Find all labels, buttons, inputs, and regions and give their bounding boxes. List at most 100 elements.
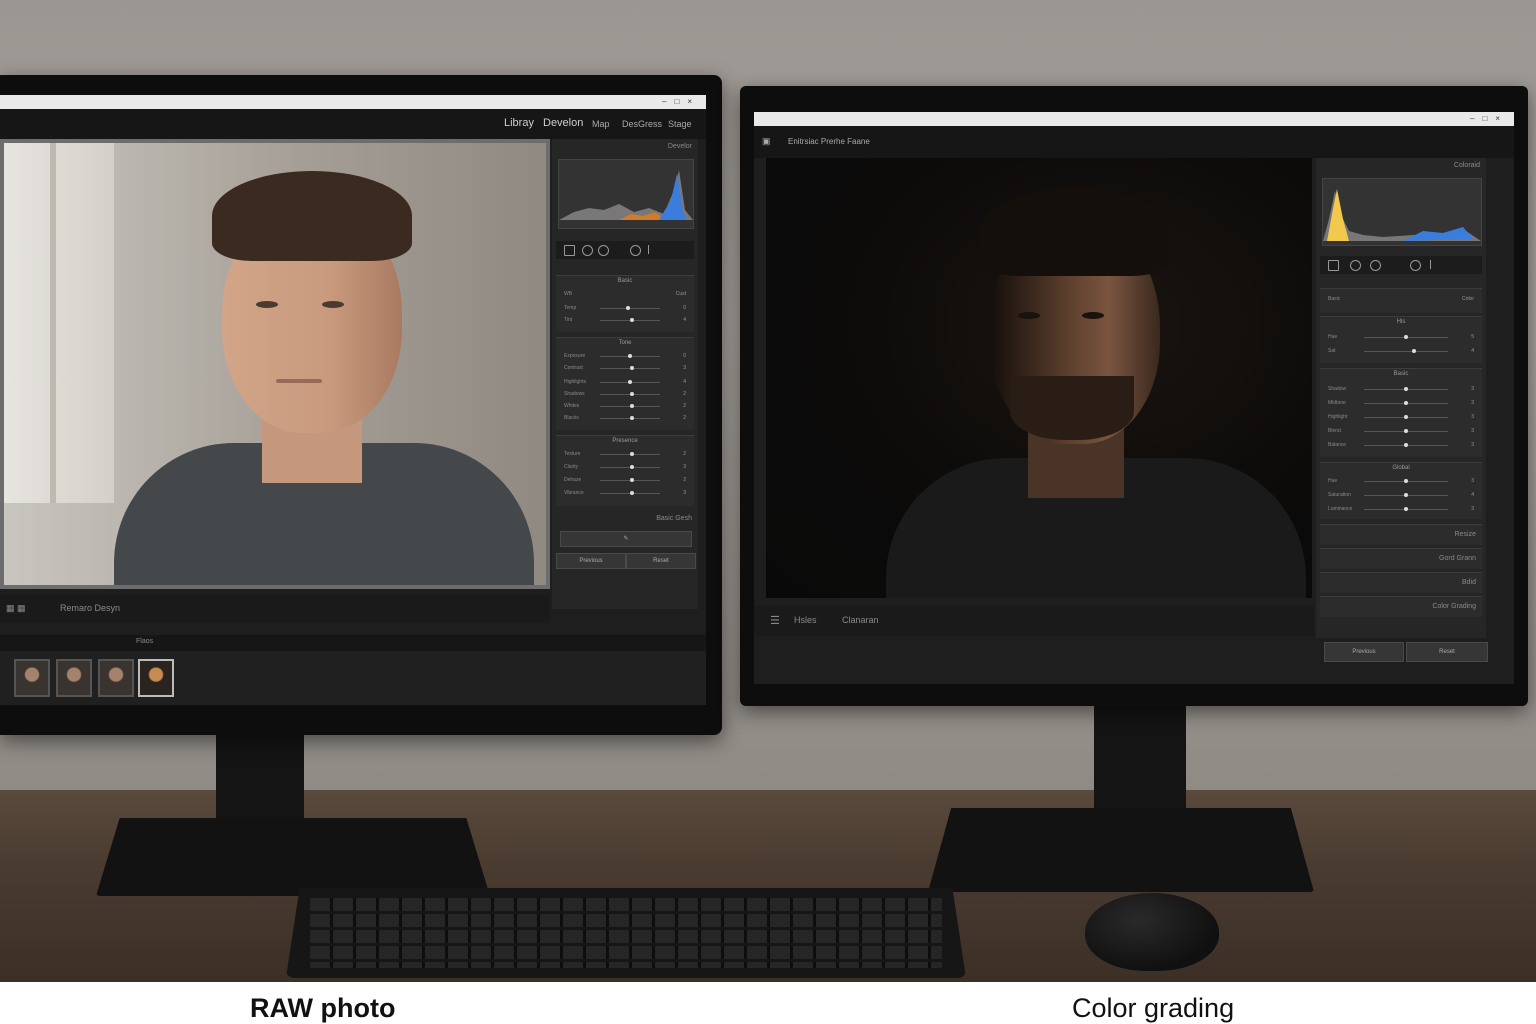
slider-row[interactable]: Hue 5 (1324, 333, 1478, 343)
slider-row[interactable]: Luminance 3 (1324, 505, 1478, 515)
slider-knob[interactable] (1404, 401, 1408, 405)
slider-row[interactable]: Blacks 2 (560, 414, 690, 424)
slider-row[interactable]: Dehaze 2 (560, 476, 690, 486)
window-controls[interactable]: –□× (1470, 112, 1508, 126)
slider-knob[interactable] (1404, 335, 1408, 339)
slider-row[interactable]: Shadows 2 (560, 390, 690, 400)
menu-develop[interactable]: Develon (543, 117, 583, 129)
slider-row[interactable]: Highlight 3 (1324, 413, 1478, 423)
left-screen: –□× Libray Develon Map DesGress Stage De… (0, 95, 706, 705)
gradient-icon[interactable] (648, 245, 658, 254)
right-histogram-graph (1323, 189, 1481, 241)
left-menubar: Libray Develon Map DesGress Stage (0, 109, 706, 139)
spot-heal-icon[interactable] (582, 245, 593, 256)
filmstrip-thumbnail[interactable] (56, 659, 92, 697)
slider-knob[interactable] (630, 366, 634, 370)
slider-value: Cust (675, 291, 686, 297)
slider-row[interactable]: Sat 4 (1324, 347, 1478, 357)
collapsed-section-grain[interactable]: Gord Grann (1320, 548, 1482, 569)
slider-knob[interactable] (1404, 429, 1408, 433)
graded-photo-preview[interactable] (766, 158, 1312, 598)
list-icon[interactable]: ☰ (770, 614, 780, 627)
collapsed-section-resize[interactable]: Resize (1320, 524, 1482, 545)
slider-knob[interactable] (630, 404, 634, 408)
grid-view-icon[interactable]: ▦ ▦ (6, 603, 26, 614)
slider-knob[interactable] (1404, 443, 1408, 447)
keyboard-keys (310, 898, 942, 968)
previous-button[interactable]: Previous (556, 553, 626, 569)
slider-knob[interactable] (630, 465, 634, 469)
slider-knob[interactable] (630, 478, 634, 482)
slider-row[interactable]: Basic Color (1324, 295, 1478, 305)
filmstrip-thumbnail-selected[interactable] (138, 659, 174, 697)
right-menubar: ▣ Enitrsiac Prerhe Faane (754, 126, 1514, 158)
slider-row[interactable]: Highlights 4 (560, 378, 690, 388)
redeye-icon[interactable] (1370, 260, 1381, 271)
bottom-tab-1[interactable]: Hsles (794, 615, 817, 625)
slider-track[interactable] (600, 308, 660, 309)
menu-map[interactable]: Map (592, 119, 610, 129)
keyboard (286, 888, 966, 978)
slider-row[interactable]: Texture 2 (560, 450, 690, 460)
slider-knob[interactable] (626, 306, 630, 310)
mask-icon[interactable] (630, 245, 641, 256)
filmstrip-thumbnail[interactable] (98, 659, 134, 697)
slider-row[interactable]: Shadow 3 (1324, 385, 1478, 395)
left-develop-panel: Develor Basic WB Cust Temp 0 Tint 4 Tone… (552, 139, 698, 609)
slider-label: Clarity (564, 464, 579, 470)
slider-knob[interactable] (630, 416, 634, 420)
slider-row[interactable]: WB Cust (560, 290, 690, 300)
edit-brush-button[interactable]: ✎ (560, 531, 692, 547)
slider-knob[interactable] (1404, 479, 1408, 483)
collapsed-section-bdid[interactable]: Bdid (1320, 572, 1482, 593)
window-controls[interactable]: –□× (662, 95, 700, 109)
previous-button[interactable]: Previous (1324, 642, 1404, 662)
bottom-tab-2[interactable]: Clanaran (842, 615, 879, 625)
slider-value: 3 (1471, 442, 1474, 448)
slider-row[interactable]: Tint 4 (560, 316, 690, 326)
slider-knob[interactable] (1404, 493, 1408, 497)
left-section-tone: Tone Exposure 0 Contrast 3 Highlights 4 Sha… (556, 337, 694, 430)
filmstrip-thumbnail[interactable] (14, 659, 50, 697)
slider-row[interactable]: Temp 0 (560, 304, 690, 314)
menu-stage[interactable]: Stage (668, 119, 692, 129)
redeye-icon[interactable] (598, 245, 609, 256)
slider-row[interactable]: Hue 3 (1324, 477, 1478, 487)
slider-knob[interactable] (630, 491, 634, 495)
slider-row[interactable]: Blend 3 (1324, 427, 1478, 437)
slider-row[interactable]: Balance 3 (1324, 441, 1478, 451)
panel-icon[interactable]: ▣ (762, 136, 771, 147)
slider-row[interactable]: Midtone 3 (1324, 399, 1478, 409)
slider-track[interactable] (1364, 351, 1448, 352)
slider-label: Hue (1328, 334, 1338, 340)
mask-icon[interactable] (1410, 260, 1421, 271)
slider-knob[interactable] (630, 392, 634, 396)
menu-desgress[interactable]: DesGress (622, 119, 662, 129)
menu-library[interactable]: Libray (504, 117, 534, 129)
raw-photo-preview[interactable] (0, 139, 550, 589)
crop-icon[interactable] (1328, 260, 1339, 271)
crop-icon[interactable] (564, 245, 575, 256)
slider-row[interactable]: Vibrance 3 (560, 489, 690, 499)
slider-row[interactable]: Contrast 3 (560, 364, 690, 374)
slider-knob[interactable] (628, 354, 632, 358)
spot-heal-icon[interactable] (1350, 260, 1361, 271)
slider-row[interactable]: Whites 2 (560, 402, 690, 412)
slider-row[interactable]: Exposure 0 (560, 352, 690, 362)
slider-knob[interactable] (630, 318, 634, 322)
reset-button[interactable]: Reset (1406, 642, 1488, 662)
left-panel-footer: Basic Gesh (656, 515, 692, 522)
slider-row[interactable]: Clarity 3 (560, 463, 690, 473)
slider-row[interactable]: Saturation 4 (1324, 491, 1478, 501)
slider-value: 0 (683, 305, 686, 311)
slider-knob[interactable] (1412, 349, 1416, 353)
collapsed-section-color-grading[interactable]: Color Grading (1320, 596, 1482, 617)
collapsed-section-title: Resize (1454, 531, 1476, 538)
slider-knob[interactable] (1404, 387, 1408, 391)
slider-knob[interactable] (630, 452, 634, 456)
slider-knob[interactable] (1404, 415, 1408, 419)
slider-knob[interactable] (628, 380, 632, 384)
gradient-icon[interactable] (1430, 260, 1440, 269)
slider-knob[interactable] (1404, 507, 1408, 511)
reset-button[interactable]: Reset (626, 553, 696, 569)
